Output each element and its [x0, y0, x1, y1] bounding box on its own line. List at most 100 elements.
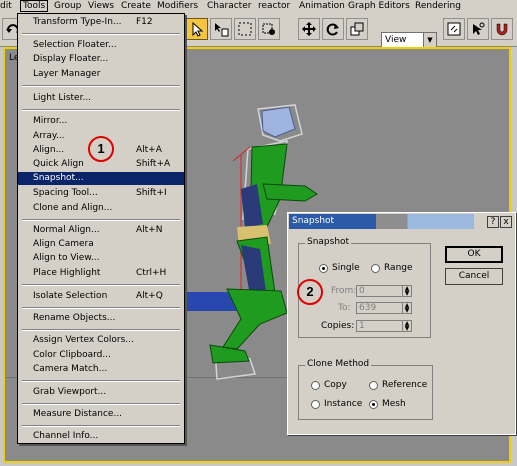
reference-radio[interactable] [369, 381, 378, 390]
menu-item-label: Rename Objects... [33, 313, 116, 323]
menu-character[interactable]: Character [207, 1, 251, 11]
menu-item-label: Align... [33, 145, 65, 155]
select-by-name-button[interactable] [210, 18, 232, 40]
menu-item-grab-viewport[interactable]: Grab Viewport... [18, 386, 184, 399]
copies-spinner[interactable]: 1 ▲ ▼ [356, 320, 412, 332]
ok-button[interactable]: OK [445, 246, 503, 263]
menu-item-label: Mirror... [33, 116, 68, 126]
mesh-radio[interactable] [369, 400, 378, 409]
menu-item-label: Light Lister... [33, 93, 92, 103]
menu-separator [22, 403, 180, 405]
single-radio[interactable] [319, 264, 328, 273]
scale-button[interactable] [346, 18, 368, 40]
menu-item-label: Layer Manager [33, 69, 101, 79]
menu-item-label: Array... [33, 131, 65, 141]
from-spinner[interactable]: 0 ▲ ▼ [356, 285, 412, 297]
menu-item-spacing-tool[interactable]: Spacing Tool... Shift+I [18, 187, 184, 200]
menu-item-label: Assign Vertex Colors... [33, 335, 134, 345]
menu-item-align-camera[interactable]: Align Camera [18, 238, 184, 251]
menu-item-selection-floater[interactable]: Selection Floater... [18, 39, 184, 52]
rectangular-selection-button[interactable] [234, 18, 256, 40]
select-object-button[interactable] [186, 18, 208, 40]
snapshot-group-title: Snapshot [305, 237, 352, 247]
menu-graph-editors[interactable]: Graph Editors [348, 1, 410, 11]
snaps-toggle-button[interactable] [491, 18, 513, 40]
menu-item-label: Color Clipboard... [33, 350, 111, 360]
to-spinner[interactable]: 639 ▲ ▼ [356, 302, 412, 314]
menu-group[interactable]: Group [54, 1, 81, 11]
menu-item-clone-and-align[interactable]: Clone and Align... [18, 202, 184, 215]
menu-item-mirror[interactable]: Mirror... [18, 115, 184, 128]
window-crossing-button[interactable] [258, 18, 280, 40]
menu-item-shortcut: Alt+Q [136, 291, 163, 301]
menu-item-label: Camera Match... [33, 364, 108, 374]
menu-separator [22, 109, 180, 111]
menu-separator [22, 219, 180, 221]
menu-separator [22, 85, 180, 87]
menu-item-normal-align[interactable]: Normal Align... Alt+N [18, 224, 184, 237]
to-value: 639 [359, 303, 377, 313]
select-by-name-icon [215, 23, 229, 37]
menu-item-isolate-selection[interactable]: Isolate Selection Alt+Q [18, 290, 184, 303]
menu-item-place-highlight[interactable]: Place Highlight Ctrl+H [18, 267, 184, 280]
arrow-cursor-icon [192, 21, 204, 37]
menu-create[interactable]: Create [121, 1, 151, 11]
menu-reactor[interactable]: reactor [258, 1, 290, 11]
snapshot-dialog: Snapshot ? x Snapshot Single Range From:… [287, 212, 516, 435]
menu-item-layer-manager[interactable]: Layer Manager [18, 68, 184, 81]
copy-radio[interactable] [311, 381, 320, 390]
move-button[interactable] [298, 18, 320, 40]
menu-item-label: Grab Viewport... [33, 387, 107, 397]
menu-item-rename-objects[interactable]: Rename Objects... [18, 312, 184, 325]
menu-item-assign-vertex-colors[interactable]: Assign Vertex Colors... [18, 334, 184, 347]
clone-method-group-title: Clone Method [305, 359, 372, 369]
move-arrows-icon [302, 22, 316, 36]
menu-edit[interactable]: dit [0, 1, 12, 11]
menu-separator [22, 329, 180, 331]
instance-radio-label: Instance [324, 399, 363, 409]
instance-radio[interactable] [311, 400, 320, 409]
menu-item-light-lister[interactable]: Light Lister... [18, 92, 184, 105]
spinner-arrows-icon: ▲ ▼ [402, 303, 411, 314]
menu-item-shortcut: Alt+N [136, 225, 163, 235]
menu-item-display-floater[interactable]: Display Floater... [18, 53, 184, 66]
select-manipulate-button[interactable] [467, 18, 489, 40]
pivot-center-button[interactable] [443, 18, 465, 40]
cancel-button[interactable]: Cancel [445, 268, 503, 285]
scale-icon [350, 22, 364, 36]
menu-item-channel-info[interactable]: Channel Info... [18, 430, 184, 443]
menu-separator [22, 307, 180, 309]
help-button[interactable]: ? [487, 216, 499, 228]
clone-method-group: Clone Method Copy Reference Instance Mes… [298, 359, 433, 420]
menu-item-shortcut: Alt+A [136, 145, 162, 155]
rotate-icon [326, 23, 339, 36]
menu-item-measure-distance[interactable]: Measure Distance... [18, 408, 184, 421]
menu-views[interactable]: Views [88, 1, 114, 11]
menu-rendering[interactable]: Rendering [415, 1, 461, 11]
range-radio[interactable] [371, 264, 380, 273]
menu-item-label: Transform Type-In... [33, 17, 122, 27]
mesh-radio-label: Mesh [382, 399, 406, 409]
to-label: To: [338, 303, 351, 313]
spinner-arrows-icon: ▲ ▼ [402, 321, 411, 332]
menu-item-camera-match[interactable]: Camera Match... [18, 363, 184, 376]
menu-item-color-clipboard[interactable]: Color Clipboard... [18, 349, 184, 362]
close-button[interactable]: x [500, 216, 512, 228]
single-radio-label: Single [332, 263, 360, 273]
copies-value: 1 [359, 321, 365, 331]
reference-radio-label: Reference [382, 380, 428, 390]
menu-item-label: Measure Distance... [33, 409, 123, 419]
menu-animation[interactable]: Animation [299, 1, 345, 11]
menu-separator [22, 425, 180, 427]
menu-item-transform-type-in[interactable]: Transform Type-In... F12 [18, 16, 184, 29]
rotate-button[interactable] [322, 18, 344, 40]
menu-modifiers[interactable]: Modifiers [157, 1, 198, 11]
menu-item-label: Align to View... [33, 253, 100, 263]
menu-bar: dit Tools Group Views Create Modifiers C… [0, 0, 517, 14]
snap-magnet-icon [496, 23, 508, 36]
menu-item-align-to-view[interactable]: Align to View... [18, 252, 184, 265]
menu-item-label: Selection Floater... [33, 40, 117, 50]
menu-item-label: Display Floater... [33, 54, 109, 64]
menu-item-snapshot[interactable]: Snapshot... [18, 172, 184, 185]
menu-tools[interactable]: Tools [20, 0, 49, 12]
